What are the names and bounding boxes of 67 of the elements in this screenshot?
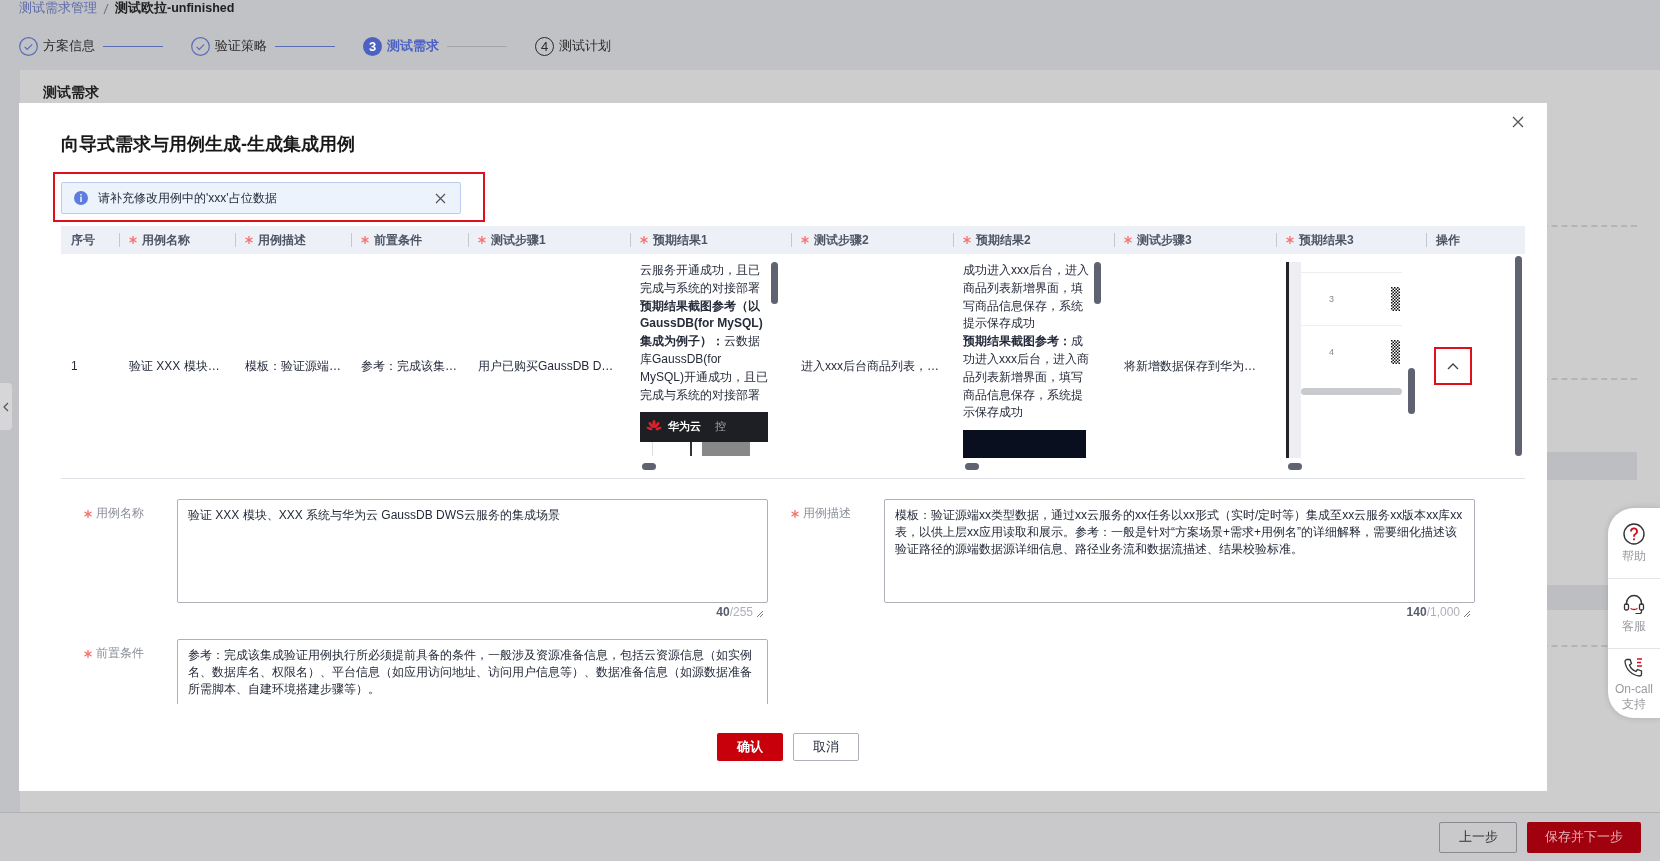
chevron-left-icon	[3, 401, 9, 412]
column-header: 用例描述	[258, 231, 306, 249]
confirm-button[interactable]: 确认	[717, 733, 783, 761]
scrollbar-thumb	[1094, 262, 1101, 304]
close-icon	[435, 192, 446, 204]
column-header: 预期结果1	[653, 231, 708, 249]
table-cell-text: 用户已购买GaussDB D…	[477, 357, 615, 375]
column-header: 测试步骤3	[1137, 231, 1192, 249]
chevron-up-icon	[1447, 362, 1459, 370]
text-area[interactable]: 参考：完成该集成验证用例执行所必须提前具备的条件，一般涉及资源准备信息，包括云资源信息（如实例名、数据库名、权限名）、平台信息（如应用访问地址、访问用户信息等）、数据准备信息（如源数据准备所需脚本、自建环境搭建步骤等）。	[177, 639, 768, 704]
column-header: 预期结果2	[976, 231, 1031, 249]
column-header: 测试步骤1	[491, 231, 546, 249]
step-label[interactable]: 方案信息	[43, 37, 95, 55]
field-label: 用例名称	[96, 505, 144, 522]
console-text: 华为云	[668, 419, 701, 435]
cell-text: 成功进入xxx后台，进入商品列表新增界面，填写商品信息保存，系统提示保存成功	[963, 262, 1090, 333]
resize-handle-icon[interactable]	[756, 610, 764, 618]
column-header: 序号	[71, 231, 95, 249]
row-number: 3	[1329, 294, 1334, 304]
table-cell-text: 模板：验证源端…	[244, 357, 342, 375]
scrollbar-thumb	[771, 262, 778, 304]
cell-text: 预期结果截图参考（以GaussDB(for MySQL)集成为例子）：云数据库GaussDB(for MySQL)开通成功，且已完成与系统的对接部署	[640, 297, 768, 404]
section-title: 测试需求	[43, 84, 100, 101]
column-header: 测试步骤2	[814, 231, 869, 249]
phone-icon	[1623, 655, 1645, 678]
side-toggle-button[interactable]	[0, 383, 12, 430]
text-area[interactable]: 模板：验证源端xx类型数据，通过xx云服务的xx任务以xx形式（实时/定时等）集成至xx云服务xx版本xx库xx表，以供上层xx应用读取和展示。参考：一般是针对“方案场景+需求+用例名”的详细解释，需要细化描述该验证路径的源端数据源详细信息、路径业务流和数据流描述、结果校验标准。	[884, 499, 1475, 603]
row-number: 4	[1329, 347, 1334, 357]
alert-text: 请补充修改用例中的'xxx'占位数据	[98, 189, 277, 207]
cell-text: 云服务开通成功，且已完成与系统的对接部署	[640, 262, 761, 297]
step-label[interactable]: 验证策略	[215, 37, 267, 55]
console-text: 控	[715, 419, 726, 435]
checker-icon	[1391, 287, 1400, 311]
cancel-button[interactable]: 取消	[793, 733, 859, 761]
scrollbar-thumb	[965, 463, 979, 470]
text-area[interactable]: 验证 XXX 模块、XXX 系统与华为云 GaussDB DWS云服务的集成场景	[177, 499, 768, 603]
close-icon	[1511, 115, 1525, 129]
table-cell-text: 参考：完成该集…	[360, 357, 458, 375]
previous-button[interactable]: 上一步	[1439, 821, 1517, 853]
dialog-title: 向导式需求与用例生成-生成集成用例	[61, 133, 355, 156]
help-icon	[1623, 522, 1645, 545]
char-counter: 140/1,000	[1406, 605, 1460, 619]
resize-handle-icon[interactable]	[1463, 610, 1471, 618]
table-cell-text: 验证 XXX 模块…	[128, 357, 221, 375]
field-label: 用例描述	[803, 505, 851, 522]
separator-icon	[103, 2, 109, 15]
table-cell-text: 进入xxx后台商品列表，…	[800, 357, 940, 375]
column-header: 操作	[1436, 231, 1460, 249]
column-header: 用例名称	[142, 231, 190, 249]
scrollbar-thumb	[1288, 463, 1302, 470]
table-cell-text: 1	[70, 358, 79, 375]
scrollbar-thumb	[642, 463, 656, 470]
info-icon	[74, 191, 88, 205]
checker-icon	[1391, 340, 1400, 364]
breadcrumb-current: 测试欧拉-unfinished	[115, 0, 235, 17]
cell-text: 预期结果截图参考：成功进入xxx后台，进入商品列表新增界面，填写商品信息保存，系统提示保存成功	[963, 333, 1090, 422]
close-button[interactable]	[435, 192, 446, 204]
char-counter: 40/255	[716, 605, 753, 619]
step-label[interactable]: 测试计划	[559, 37, 611, 55]
step-number: 3	[363, 36, 382, 56]
headset-icon	[1623, 593, 1645, 615]
table-cell-text: 将新增数据保存到华为…	[1123, 357, 1257, 375]
scrollbar-thumb	[1408, 368, 1415, 414]
column-header: 预期结果3	[1299, 231, 1354, 249]
save-next-button[interactable]: 保存并下一步	[1527, 821, 1641, 853]
column-header: 前置条件	[374, 231, 422, 249]
field-label: 前置条件	[96, 645, 144, 662]
